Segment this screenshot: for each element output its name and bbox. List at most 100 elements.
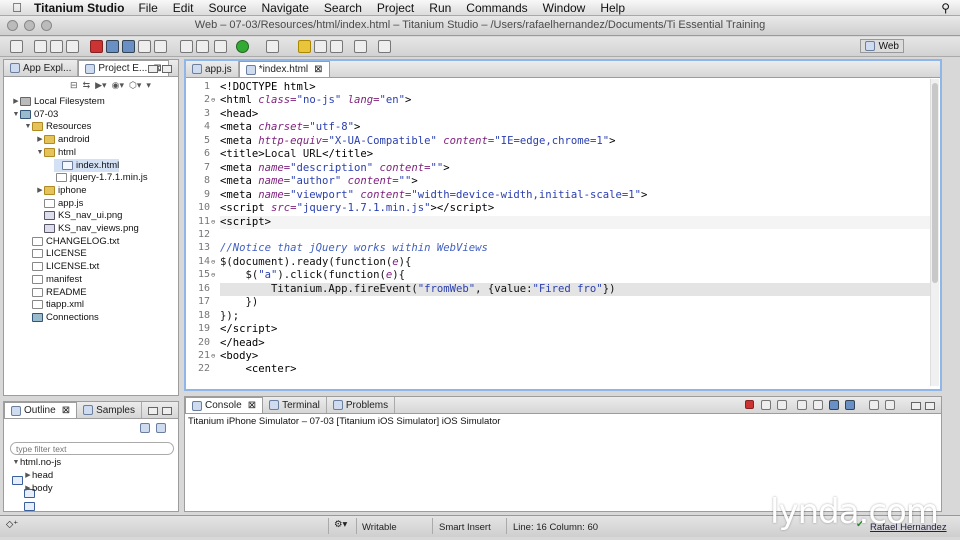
expand-icon[interactable]: ▼ bbox=[12, 108, 20, 121]
run-icon[interactable] bbox=[236, 40, 249, 53]
layout-icon[interactable] bbox=[106, 40, 119, 53]
tree-item[interactable]: ▶ iphone bbox=[36, 184, 86, 197]
code-line[interactable]: <meta name="description" content=""> bbox=[220, 162, 450, 175]
expand-icon[interactable]: ▶ bbox=[36, 133, 44, 146]
tree-item[interactable]: ▶ Local Filesystem bbox=[12, 95, 104, 108]
menu-edit[interactable]: Edit bbox=[173, 1, 194, 15]
close-window-button[interactable] bbox=[7, 20, 18, 31]
apple-icon[interactable]:  bbox=[0, 0, 34, 15]
print-icon[interactable] bbox=[66, 40, 79, 53]
code-line[interactable]: }); bbox=[220, 310, 239, 323]
deploy-icon[interactable] bbox=[196, 40, 209, 53]
spotlight-icon[interactable]: ⚲ bbox=[941, 1, 950, 15]
code-line[interactable]: <!DOCTYPE html> bbox=[220, 81, 316, 94]
menu-run[interactable]: Run bbox=[429, 1, 451, 15]
tree-item[interactable]: KS_nav_views.png bbox=[36, 222, 139, 235]
show-error-icon[interactable] bbox=[845, 400, 855, 410]
code-line[interactable]: //Notice that jQuery works within WebVie… bbox=[220, 242, 488, 255]
code-line[interactable]: <center> bbox=[220, 363, 297, 376]
code-line[interactable]: Titanium.App.fireEvent("fromWeb", {value… bbox=[220, 282, 930, 297]
save-all-icon[interactable] bbox=[50, 40, 63, 53]
clear-console-icon[interactable] bbox=[797, 400, 807, 410]
code-line[interactable]: <title>Local URL</title> bbox=[220, 148, 373, 161]
expand-icon[interactable]: ▼ bbox=[36, 146, 44, 159]
outline-item[interactable]: ▶ body bbox=[24, 482, 53, 511]
link-editor-icon[interactable]: ⇆ bbox=[83, 80, 91, 90]
tab-app-js[interactable]: app.js bbox=[186, 61, 239, 77]
fold-icon[interactable]: ⊖ bbox=[211, 218, 215, 226]
collapse-outline-icon[interactable] bbox=[140, 423, 150, 433]
collapse-all-icon[interactable]: ⊟ bbox=[70, 80, 78, 90]
minimize-panel-button[interactable] bbox=[148, 65, 158, 73]
code-line[interactable]: <script src="jquery-1.7.1.min.js"></scri… bbox=[220, 202, 494, 215]
expand-icon[interactable]: ▼ bbox=[12, 456, 20, 469]
code-line[interactable]: }) bbox=[220, 296, 259, 309]
maximize-panel-button[interactable] bbox=[162, 65, 172, 73]
tools-icon[interactable] bbox=[266, 40, 279, 53]
tab-app-explorer[interactable]: App Expl... bbox=[4, 60, 79, 76]
maximize-panel-button[interactable] bbox=[162, 407, 172, 415]
layout-alt-icon[interactable] bbox=[122, 40, 135, 53]
tree-item[interactable]: ▼ 07-03 bbox=[12, 108, 59, 121]
menu-navigate[interactable]: Navigate bbox=[262, 1, 309, 15]
maximize-panel-button[interactable] bbox=[925, 402, 935, 410]
tree-item[interactable]: LICENSE bbox=[24, 247, 87, 260]
scroll-lock-icon[interactable] bbox=[813, 400, 823, 410]
code-line[interactable]: </script> bbox=[220, 323, 277, 336]
expand-icon[interactable]: ▶ bbox=[36, 184, 44, 197]
menu-commands[interactable]: Commands bbox=[466, 1, 527, 15]
expand-icon[interactable]: ▶ bbox=[24, 482, 32, 495]
code-line[interactable]: <html class="no-js" lang="en"> bbox=[220, 94, 411, 107]
stop-icon[interactable] bbox=[745, 400, 754, 409]
expand-icon[interactable]: ▶ bbox=[12, 95, 20, 108]
forward-icon[interactable] bbox=[378, 40, 391, 53]
app-menu[interactable]: Titanium Studio bbox=[34, 1, 124, 15]
tree-item[interactable]: README bbox=[24, 286, 87, 299]
code-line[interactable]: <meta name="viewport" content="width=dev… bbox=[220, 189, 647, 202]
menu-project[interactable]: Project bbox=[377, 1, 414, 15]
tab-samples[interactable]: Samples bbox=[77, 402, 142, 418]
tree-item[interactable]: LICENSE.txt bbox=[24, 260, 99, 273]
expand-icon[interactable]: ▼ bbox=[24, 120, 32, 133]
save-icon[interactable] bbox=[34, 40, 47, 53]
code-line[interactable]: <head> bbox=[220, 108, 258, 121]
outline-filter-input[interactable] bbox=[10, 442, 174, 455]
minimize-panel-button[interactable] bbox=[148, 407, 158, 415]
new-icon[interactable] bbox=[10, 40, 23, 53]
code-line[interactable]: <meta name="author" content=""> bbox=[220, 175, 418, 188]
minimize-window-button[interactable] bbox=[24, 20, 35, 31]
tree-item[interactable]: ▼ Resources bbox=[24, 120, 92, 133]
tree-item[interactable]: app.js bbox=[36, 197, 83, 210]
view-menu-icon[interactable]: ▾ bbox=[146, 80, 151, 90]
code-line[interactable]: $(document).ready(function(e){ bbox=[220, 256, 411, 269]
fold-icon[interactable]: ⊖ bbox=[211, 96, 215, 104]
remove-launch-icon[interactable] bbox=[761, 400, 771, 410]
outline-item[interactable]: ▶ head bbox=[24, 469, 53, 498]
tab-console[interactable]: Console ⊠ bbox=[185, 397, 264, 413]
web-perspective-button[interactable]: Web bbox=[859, 39, 904, 53]
back-icon[interactable] bbox=[354, 40, 367, 53]
menu-file[interactable]: File bbox=[138, 1, 157, 15]
debug-menu-icon[interactable]: ◉▾ bbox=[112, 80, 124, 90]
format-icon[interactable] bbox=[330, 40, 343, 53]
tree-item[interactable]: index.html bbox=[54, 158, 120, 172]
tree-item[interactable]: CHANGELOG.txt bbox=[24, 235, 119, 248]
package-menu-icon[interactable]: ⬡▾ bbox=[129, 80, 141, 90]
fold-icon[interactable]: ⊖ bbox=[211, 352, 215, 360]
close-icon[interactable]: ⊠ bbox=[62, 405, 70, 416]
tab-outline[interactable]: Outline ⊠ bbox=[4, 402, 78, 418]
code-line[interactable]: <meta charset="utf-8"> bbox=[220, 121, 360, 134]
run-menu-icon[interactable]: ▶▾ bbox=[95, 80, 106, 90]
close-icon[interactable]: ⊠ bbox=[248, 400, 256, 411]
outline-item[interactable]: ▼ html.no-js bbox=[12, 456, 61, 485]
tree-item[interactable]: ▶ android bbox=[36, 133, 89, 146]
code-line[interactable]: <body> bbox=[220, 350, 258, 363]
menu-window[interactable]: Window bbox=[543, 1, 586, 15]
link-outline-icon[interactable] bbox=[156, 423, 166, 433]
error-icon[interactable] bbox=[90, 40, 103, 53]
minimize-panel-button[interactable] bbox=[911, 402, 921, 410]
expand-icon[interactable]: ▶ bbox=[24, 469, 32, 482]
block-icon[interactable] bbox=[314, 40, 327, 53]
code-line[interactable]: <meta http-equiv="X-UA-Compatible" conte… bbox=[220, 135, 616, 148]
pin-console-icon[interactable] bbox=[869, 400, 879, 410]
